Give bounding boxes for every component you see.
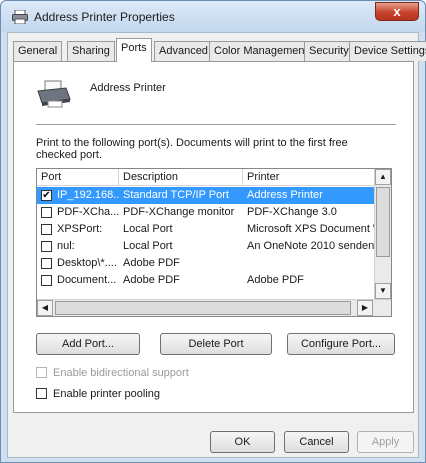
port-cell: PDF-XCha... <box>57 206 119 218</box>
bidirectional-support-label: Enable bidirectional support <box>53 367 189 379</box>
port-cell: IP_192.168.... <box>57 189 119 201</box>
ok-button[interactable]: OK <box>210 431 275 453</box>
dialog-client-area: General Sharing Ports Advanced Color Man… <box>7 32 426 458</box>
port-cell: XPSPort: <box>57 223 103 235</box>
description-cell: Local Port <box>123 223 173 235</box>
cancel-button[interactable]: Cancel <box>284 431 349 453</box>
window-title: Address Printer Properties <box>34 10 175 24</box>
description-cell: Local Port <box>123 240 173 252</box>
printer-cell: Microsoft XPS Document Writ <box>247 223 375 235</box>
tab-general[interactable]: General <box>13 41 63 61</box>
port-row[interactable]: nul: Local Port An OneNote 2010 senden <box>37 238 375 255</box>
port-cell: Desktop\*.... <box>57 257 117 269</box>
configure-port-button[interactable]: Configure Port... <box>287 333 395 355</box>
column-header-port[interactable]: Port <box>37 169 119 186</box>
tab-device-settings[interactable]: Device Settings <box>349 41 426 61</box>
delete-port-button[interactable]: Delete Port <box>160 333 272 355</box>
port-cell: nul: <box>57 240 75 252</box>
ports-list-header: Port Description Printer <box>37 169 375 186</box>
bidirectional-support-checkbox[interactable]: Enable bidirectional support <box>36 366 236 380</box>
printer-cell: Address Printer <box>247 189 323 201</box>
scroll-left-icon[interactable]: ◀ <box>37 300 53 316</box>
ports-panel: Address Printer Print to the following p… <box>13 61 414 413</box>
tab-security[interactable]: Security <box>304 41 354 61</box>
tab-color-management[interactable]: Color Management <box>209 41 313 61</box>
checkbox-box <box>36 367 47 378</box>
close-button[interactable]: x <box>375 2 419 21</box>
add-port-button[interactable]: Add Port... <box>36 333 140 355</box>
column-header-printer[interactable]: Printer <box>243 169 375 186</box>
description-cell: PDF-XChange monitor <box>123 206 235 218</box>
separator <box>36 124 396 125</box>
description-cell: Standard TCP/IP Port <box>123 189 229 201</box>
vertical-scrollbar[interactable]: ▲ ▼ <box>374 169 391 300</box>
port-checkbox[interactable] <box>41 241 52 252</box>
column-header-description[interactable]: Description <box>119 169 243 186</box>
scroll-up-icon[interactable]: ▲ <box>375 169 391 185</box>
port-row[interactable]: Desktop\*.... Adobe PDF <box>37 255 375 272</box>
port-checkbox[interactable] <box>41 275 52 286</box>
port-checkbox[interactable]: ✔ <box>41 190 52 201</box>
printer-icon <box>12 10 28 24</box>
description-cell: Adobe PDF <box>123 257 180 269</box>
scroll-down-icon[interactable]: ▼ <box>375 283 391 299</box>
port-row[interactable]: Document... Adobe PDF Adobe PDF <box>37 272 375 289</box>
dialog-window: Address Printer Properties x General Sha… <box>0 0 426 463</box>
port-row[interactable]: ✔ IP_192.168.... Standard TCP/IP Port Ad… <box>37 187 375 204</box>
horizontal-scrollbar[interactable]: ◀ ▶ <box>37 299 391 316</box>
port-checkbox[interactable] <box>41 207 52 218</box>
scrollbar-thumb[interactable] <box>55 301 351 315</box>
port-checkbox[interactable] <box>41 224 52 235</box>
ports-description: Print to the following port(s). Document… <box>36 137 348 161</box>
port-checkbox[interactable] <box>41 258 52 269</box>
port-row[interactable]: PDF-XCha... PDF-XChange monitor PDF-XCha… <box>37 204 375 221</box>
printer-cell: Adobe PDF <box>247 274 304 286</box>
printer-icon <box>37 80 71 108</box>
description-cell: Adobe PDF <box>123 274 180 286</box>
tab-sharing[interactable]: Sharing <box>67 41 115 61</box>
title-bar[interactable]: Address Printer Properties x <box>1 1 425 32</box>
port-row[interactable]: XPSPort: Local Port Microsoft XPS Docume… <box>37 221 375 238</box>
apply-button[interactable]: Apply <box>357 431 414 453</box>
port-cell: Document... <box>57 274 117 286</box>
ports-list[interactable]: Port Description Printer ✔ IP_192.168...… <box>36 168 392 317</box>
printer-cell: PDF-XChange 3.0 <box>247 206 337 218</box>
scroll-right-icon[interactable]: ▶ <box>357 300 373 316</box>
tab-advanced[interactable]: Advanced <box>154 41 213 61</box>
printer-cell: An OneNote 2010 senden <box>247 240 375 252</box>
checkbox-box <box>36 388 47 399</box>
printer-pooling-checkbox[interactable]: Enable printer pooling <box>36 387 236 401</box>
printer-name: Address Printer <box>90 82 166 94</box>
scrollbar-thumb[interactable] <box>376 187 390 257</box>
printer-pooling-label: Enable printer pooling <box>53 388 161 400</box>
tab-ports[interactable]: Ports <box>116 38 152 62</box>
